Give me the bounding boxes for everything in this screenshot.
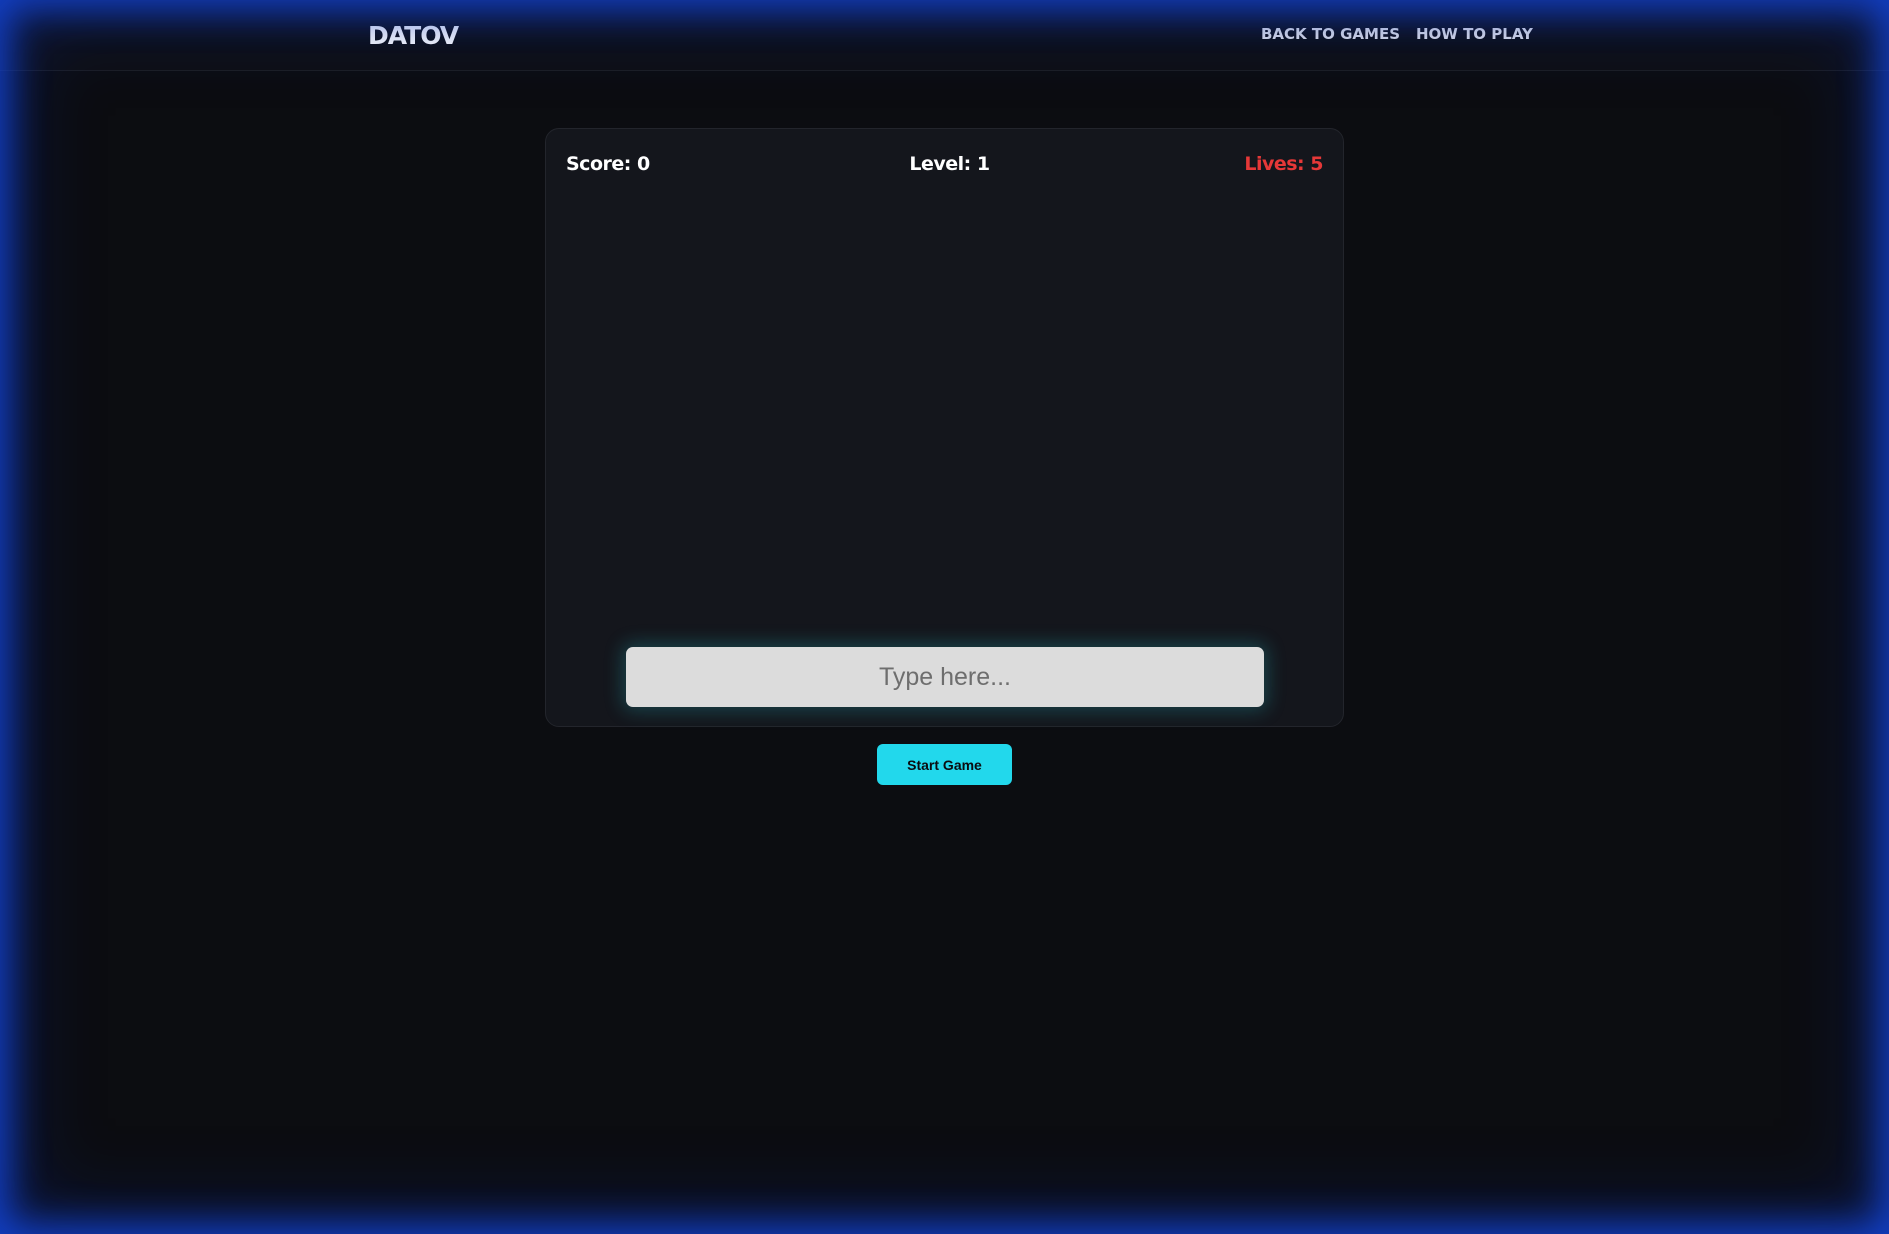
typing-input[interactable] (626, 647, 1264, 707)
site-logo[interactable]: DATOV (368, 21, 459, 50)
game-board: Score: 0 Level: 1 Lives: 5 (545, 128, 1344, 727)
level-display: Level: 1 (909, 153, 990, 175)
back-to-games-link[interactable]: BACK TO GAMES (1261, 25, 1400, 43)
lives-display: Lives: 5 (1244, 153, 1323, 175)
top-navbar: DATOV BACK TO GAMES HOW TO PLAY (0, 0, 1889, 71)
start-game-button[interactable]: Start Game (877, 744, 1012, 785)
how-to-play-link[interactable]: HOW TO PLAY (1416, 25, 1533, 43)
